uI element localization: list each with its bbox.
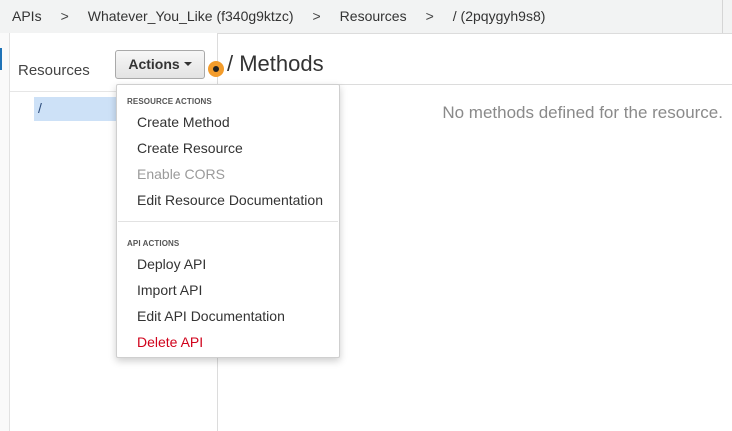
actions-dropdown-menu: RESOURCE ACTIONS Create Method Create Re…	[116, 84, 340, 358]
menu-item-edit-api-documentation[interactable]: Edit API Documentation	[137, 308, 285, 324]
menu-item-enable-cors: Enable CORS	[137, 166, 225, 182]
actions-button-label: Actions	[128, 56, 180, 72]
menu-separator	[118, 221, 338, 222]
menu-item-create-method[interactable]: Create Method	[137, 114, 230, 130]
menu-item-create-resource[interactable]: Create Resource	[137, 140, 243, 156]
resource-actions-header: RESOURCE ACTIONS	[127, 97, 212, 106]
breadcrumb-apis[interactable]: APIs	[12, 8, 42, 24]
breadcrumb-resources[interactable]: Resources	[340, 8, 407, 24]
breadcrumb-bar: APIs > Whatever_You_Like (f340g9ktzc) > Reso…	[0, 0, 732, 34]
breadcrumb-current-resource: / (2pqygyh9s8)	[452, 8, 546, 24]
menu-item-delete-api[interactable]: Delete API	[137, 334, 203, 350]
left-nav-active-indicator	[0, 48, 2, 70]
breadcrumb-separator: >	[312, 8, 321, 24]
click-indicator-icon	[208, 61, 224, 77]
breadcrumb: APIs > Whatever_You_Like (f340g9ktzc) > Reso…	[12, 8, 545, 24]
methods-title: / Methods	[227, 51, 324, 76]
resource-tree-item-label: /	[38, 100, 42, 116]
breadcrumb-api-name[interactable]: Whatever_You_Like (f340g9ktzc)	[88, 8, 294, 24]
caret-down-icon	[183, 62, 192, 67]
menu-item-deploy-api[interactable]: Deploy API	[137, 256, 206, 272]
empty-methods-message: No methods defined for the resource.	[442, 103, 723, 122]
menu-item-import-api[interactable]: Import API	[137, 282, 202, 298]
actions-dropdown-button[interactable]: Actions	[115, 50, 205, 79]
breadcrumb-separator: >	[60, 8, 69, 24]
api-actions-header: API ACTIONS	[127, 239, 180, 248]
api-gateway-console: APIs > Whatever_You_Like (f340g9ktzc) > Reso…	[0, 0, 732, 431]
breadcrumb-edge-divider	[722, 0, 723, 33]
menu-item-edit-resource-documentation[interactable]: Edit Resource Documentation	[137, 192, 323, 208]
resources-title: Resources	[18, 62, 90, 79]
left-nav-strip	[0, 33, 10, 431]
breadcrumb-separator: >	[425, 8, 434, 24]
